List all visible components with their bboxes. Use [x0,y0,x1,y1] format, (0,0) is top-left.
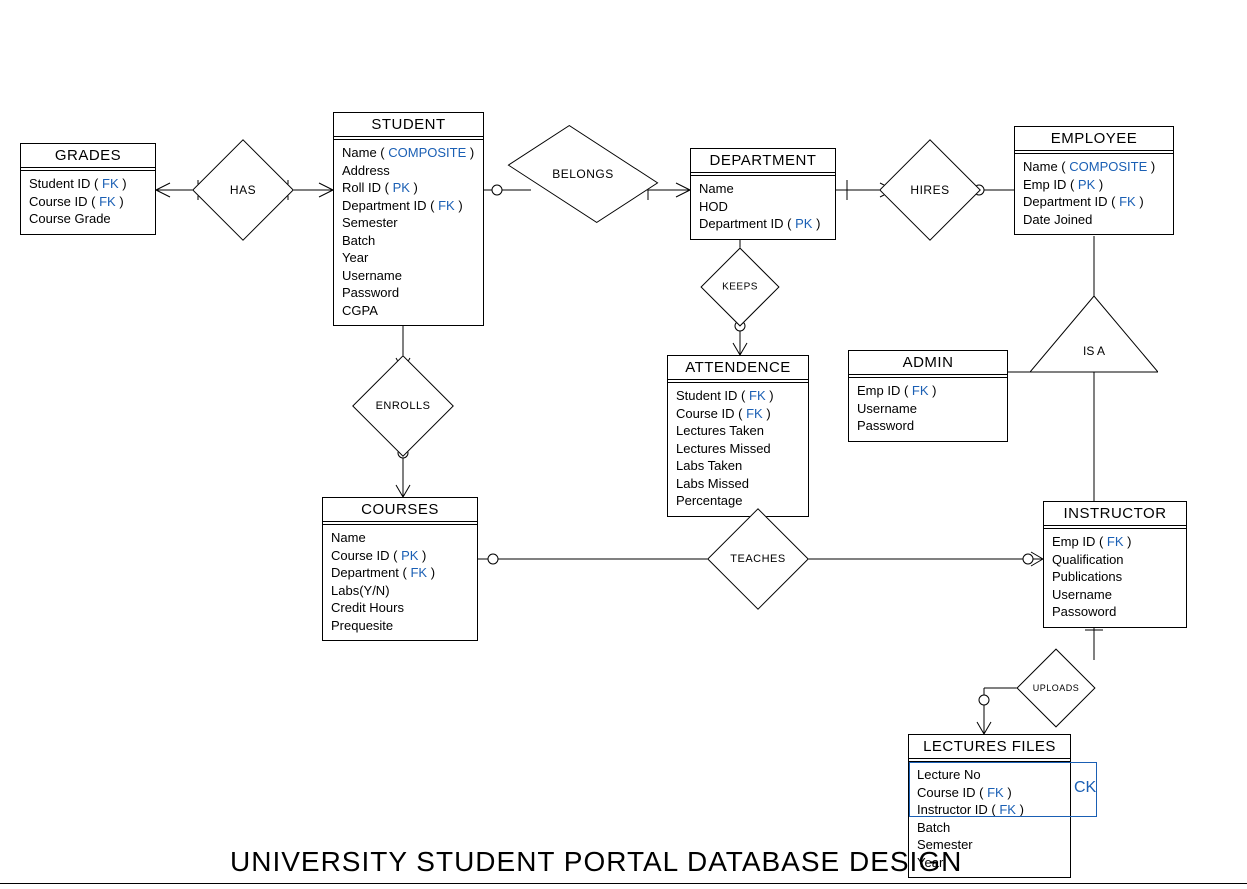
relationship-teaches: TEACHES [722,523,794,595]
page-title: UNIVERSITY STUDENT PORTAL DATABASE DESIG… [230,846,962,878]
relationship-belongs: BELONGS [531,138,635,210]
entity-admin: ADMIN Emp ID ( FK ) Username Password [848,350,1008,442]
entity-attrs: Emp ID ( FK ) Username Password [849,378,1007,441]
entity-title: ADMIN [849,351,1007,375]
relationship-keeps: KEEPS [712,259,768,315]
entity-attrs: Emp ID ( FK ) Qualification Publications… [1044,529,1186,627]
entity-title: GRADES [21,144,155,168]
entity-title: STUDENT [334,113,483,137]
entity-title: DEPARTMENT [691,149,835,173]
entity-title: INSTRUCTOR [1044,502,1186,526]
entity-student: STUDENT Name ( COMPOSITE ) Address Roll … [333,112,484,326]
entity-title: EMPLOYEE [1015,127,1173,151]
entity-attrs: Name ( COMPOSITE ) Address Roll ID ( PK … [334,140,483,325]
entity-employee: EMPLOYEE Name ( COMPOSITE ) Emp ID ( PK … [1014,126,1174,235]
relationship-enrolls: ENROLLS [367,370,439,442]
ck-label: CK [1074,779,1096,797]
entity-attrs: Name ( COMPOSITE ) Emp ID ( PK ) Departm… [1015,154,1173,234]
relationship-hires: HIRES [894,154,966,226]
entity-department: DEPARTMENT Name HOD Department ID ( PK ) [690,148,836,240]
entity-attrs: Name HOD Department ID ( PK ) [691,176,835,239]
relationship-uploads: UPLOADS [1028,660,1084,716]
entity-attrs: Name Course ID ( PK ) Department ( FK ) … [323,525,477,640]
entity-title: COURSES [323,498,477,522]
entity-instructor: INSTRUCTOR Emp ID ( FK ) Qualification P… [1043,501,1187,628]
entity-attendence: ATTENDENCE Student ID ( FK ) Course ID (… [667,355,809,517]
isa-triangle: IS A [1030,296,1158,381]
entity-grades: GRADES Student ID ( FK ) Course ID ( FK … [20,143,156,235]
entity-courses: COURSES Name Course ID ( PK ) Department… [322,497,478,641]
entity-attrs: Student ID ( FK ) Course ID ( FK ) Lectu… [668,383,808,516]
entity-title: LECTURES FILES [909,735,1070,759]
entity-attrs: Student ID ( FK ) Course ID ( FK ) Cours… [21,171,155,234]
bottom-border [0,883,1247,884]
relationship-has: HAS [207,154,279,226]
er-diagram-canvas: GRADES Student ID ( FK ) Course ID ( FK … [0,0,1247,889]
entity-title: ATTENDENCE [668,356,808,380]
